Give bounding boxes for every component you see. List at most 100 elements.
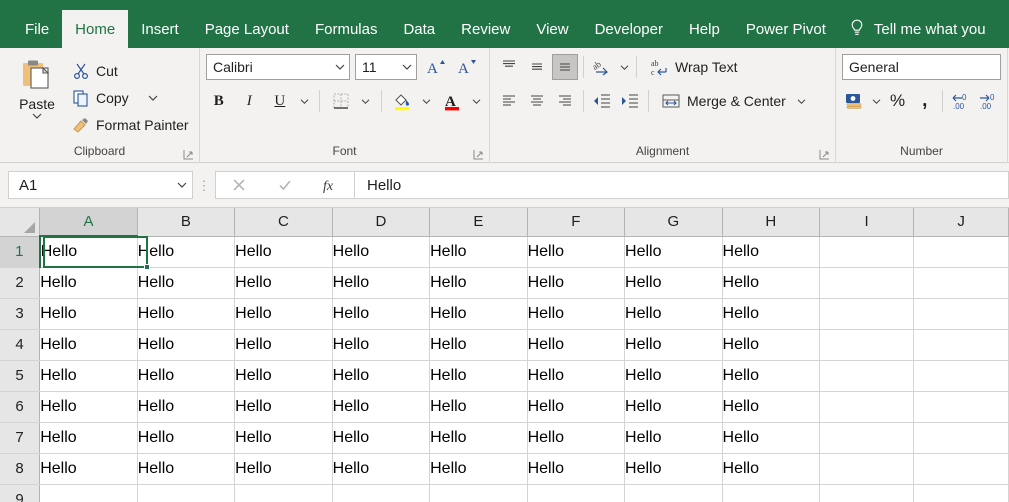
cell-d6[interactable]: Hello	[332, 391, 431, 423]
decrease-font-size-button[interactable]: A	[453, 54, 479, 80]
merge-center-button[interactable]: Merge & Center	[654, 88, 793, 114]
column-header-c[interactable]: C	[234, 208, 333, 237]
font-color-dropdown[interactable]	[469, 88, 483, 114]
cell-e8[interactable]: Hello	[429, 453, 528, 485]
cell-h8[interactable]: Hello	[722, 453, 820, 485]
cell-b1[interactable]: Hello	[137, 236, 236, 268]
clipboard-dialog-launcher-icon[interactable]	[183, 149, 194, 160]
font-dialog-launcher-icon[interactable]	[473, 149, 484, 160]
cell-a5[interactable]: Hello	[39, 360, 138, 392]
cell-g1[interactable]: Hello	[624, 236, 723, 268]
align-right-button[interactable]	[552, 88, 578, 114]
cell-i1[interactable]	[819, 236, 915, 268]
row-header-5[interactable]: 5	[0, 360, 41, 392]
tab-data[interactable]: Data	[390, 10, 448, 48]
format-painter-button[interactable]: Format Painter	[68, 113, 193, 137]
cell-i6[interactable]	[819, 391, 915, 423]
cell-c3[interactable]: Hello	[234, 298, 333, 330]
decrease-indent-button[interactable]	[589, 88, 615, 114]
cell-g2[interactable]: Hello	[624, 267, 723, 299]
increase-indent-button[interactable]	[617, 88, 643, 114]
tab-file[interactable]: File	[12, 10, 62, 48]
font-color-button[interactable]: A	[439, 88, 465, 114]
cell-i4[interactable]	[819, 329, 915, 361]
cell-b8[interactable]: Hello	[137, 453, 236, 485]
borders-dropdown[interactable]	[359, 88, 373, 114]
cell-e9[interactable]	[429, 484, 528, 502]
tab-view[interactable]: View	[523, 10, 581, 48]
cell-h3[interactable]: Hello	[722, 298, 820, 330]
tab-developer[interactable]: Developer	[582, 10, 676, 48]
cell-d3[interactable]: Hello	[332, 298, 431, 330]
cell-f3[interactable]: Hello	[527, 298, 626, 330]
tab-insert[interactable]: Insert	[128, 10, 192, 48]
cell-c2[interactable]: Hello	[234, 267, 333, 299]
tab-page-layout[interactable]: Page Layout	[192, 10, 302, 48]
cancel-edit-button[interactable]	[216, 172, 262, 198]
cell-e5[interactable]: Hello	[429, 360, 528, 392]
bold-button[interactable]: B	[206, 88, 232, 114]
formula-input[interactable]: Hello	[354, 171, 1009, 199]
cell-j4[interactable]	[913, 329, 1009, 361]
cell-h9[interactable]	[722, 484, 820, 502]
cell-c8[interactable]: Hello	[234, 453, 333, 485]
copy-button[interactable]: Copy	[68, 86, 193, 110]
cell-c9[interactable]	[234, 484, 333, 502]
column-header-h[interactable]: H	[722, 208, 820, 237]
cell-b2[interactable]: Hello	[137, 267, 236, 299]
cell-h7[interactable]: Hello	[722, 422, 820, 454]
cell-d7[interactable]: Hello	[332, 422, 431, 454]
cell-a4[interactable]: Hello	[39, 329, 138, 361]
cell-i7[interactable]	[819, 422, 915, 454]
cell-b3[interactable]: Hello	[137, 298, 236, 330]
insert-function-button[interactable]: fx	[308, 172, 354, 198]
row-header-7[interactable]: 7	[0, 422, 41, 454]
cell-f6[interactable]: Hello	[527, 391, 626, 423]
tab-review[interactable]: Review	[448, 10, 523, 48]
row-header-6[interactable]: 6	[0, 391, 41, 423]
cell-g4[interactable]: Hello	[624, 329, 723, 361]
chevron-down-icon[interactable]	[147, 94, 159, 102]
column-header-b[interactable]: B	[137, 208, 236, 237]
cell-e1[interactable]: Hello	[429, 236, 528, 268]
cell-g7[interactable]: Hello	[624, 422, 723, 454]
name-box[interactable]: A1	[8, 171, 193, 199]
align-middle-button[interactable]	[524, 54, 550, 80]
cell-a9[interactable]	[39, 484, 138, 502]
cell-b9[interactable]	[137, 484, 236, 502]
row-header-1[interactable]: 1	[0, 236, 41, 268]
increase-decimal-button[interactable]: 0 .00	[976, 88, 1001, 114]
cell-e2[interactable]: Hello	[429, 267, 528, 299]
cell-g5[interactable]: Hello	[624, 360, 723, 392]
cell-b5[interactable]: Hello	[137, 360, 236, 392]
cell-g8[interactable]: Hello	[624, 453, 723, 485]
orientation-dropdown[interactable]	[617, 54, 631, 80]
cell-c7[interactable]: Hello	[234, 422, 333, 454]
italic-button[interactable]: I	[237, 88, 263, 114]
column-header-a[interactable]: A	[39, 208, 138, 237]
cell-g9[interactable]	[624, 484, 723, 502]
borders-button[interactable]	[328, 88, 354, 114]
cell-h1[interactable]: Hello	[722, 236, 820, 268]
column-header-f[interactable]: F	[527, 208, 626, 237]
cell-f1[interactable]: Hello	[527, 236, 626, 268]
tab-help[interactable]: Help	[676, 10, 733, 48]
formula-bar-grip[interactable]: ⋮	[193, 179, 215, 192]
cell-b6[interactable]: Hello	[137, 391, 236, 423]
cell-a8[interactable]: Hello	[39, 453, 138, 485]
cell-i9[interactable]	[819, 484, 915, 502]
cell-b4[interactable]: Hello	[137, 329, 236, 361]
cell-b7[interactable]: Hello	[137, 422, 236, 454]
cell-d2[interactable]: Hello	[332, 267, 431, 299]
increase-font-size-button[interactable]: A	[422, 54, 448, 80]
cell-d4[interactable]: Hello	[332, 329, 431, 361]
cell-e3[interactable]: Hello	[429, 298, 528, 330]
cell-h6[interactable]: Hello	[722, 391, 820, 423]
cell-i8[interactable]	[819, 453, 915, 485]
underline-button[interactable]: U	[267, 88, 293, 114]
cell-i5[interactable]	[819, 360, 915, 392]
font-size-combo[interactable]: 11	[355, 54, 417, 80]
cell-d8[interactable]: Hello	[332, 453, 431, 485]
cell-a6[interactable]: Hello	[39, 391, 138, 423]
number-format-combo[interactable]: General	[842, 54, 1001, 80]
